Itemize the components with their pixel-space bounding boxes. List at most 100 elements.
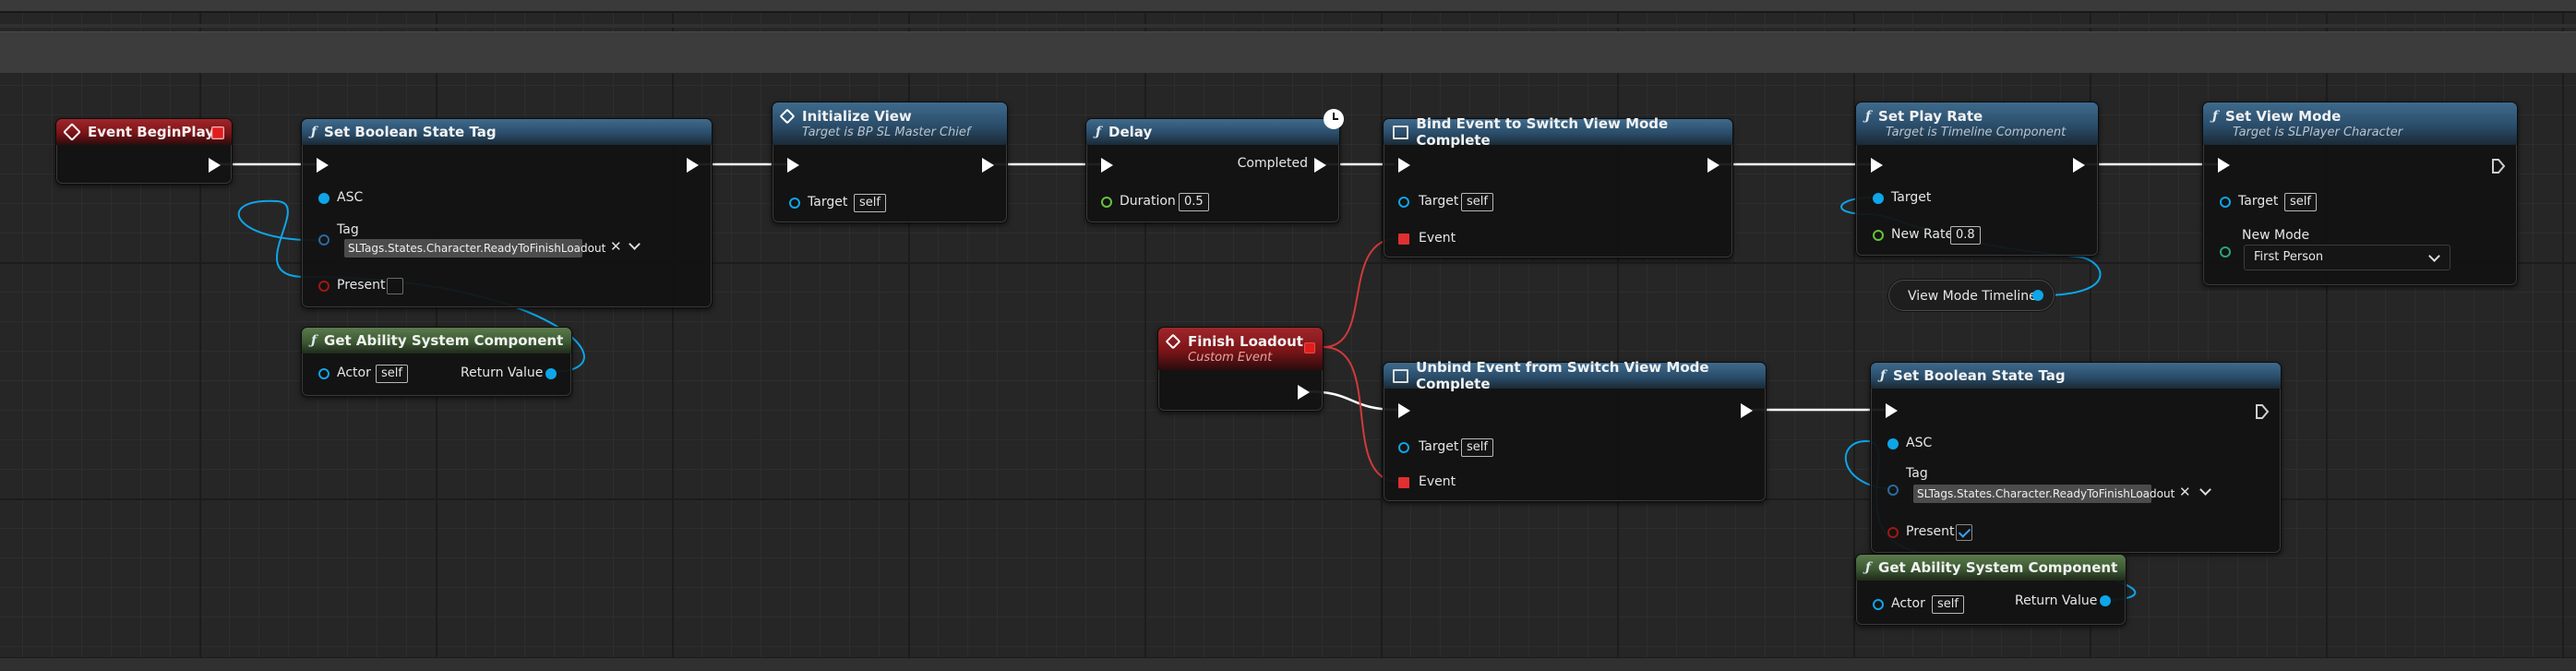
target-self-field[interactable]: self xyxy=(1461,193,1493,211)
pin-label: Target xyxy=(2238,194,2279,209)
unbind-event-node[interactable]: Unbind Event from Switch View Mode Compl… xyxy=(1383,359,1767,502)
finish-loadout-event-node[interactable]: Finish Loadout Custom Event xyxy=(1157,327,1324,412)
exec-output-pin[interactable] xyxy=(2073,158,2085,173)
actor-self-field[interactable]: self xyxy=(1932,595,1964,614)
actor-input-pin[interactable] xyxy=(318,368,329,379)
present-input-pin[interactable] xyxy=(318,281,329,292)
set-view-mode-node[interactable]: ƒ Set View Mode Target is SLPlayer Charac… xyxy=(2202,102,2518,286)
exec-output-pin[interactable] xyxy=(687,158,699,173)
node-subtitle: Target is Timeline Component xyxy=(1886,126,2067,139)
pin-label: Return Value xyxy=(2015,593,2098,608)
delay-node[interactable]: ƒ Delay Completed Duration 0.5 xyxy=(1085,118,1340,223)
node-title: Get Ability System Component xyxy=(1878,559,2118,576)
view-mode-timeline-variable[interactable]: View Mode Timeline xyxy=(1888,280,2055,311)
clear-tag-icon[interactable]: ✕ xyxy=(2179,484,2191,500)
target-input-pin[interactable] xyxy=(2220,197,2231,208)
node-header: Unbind Event from Switch View Mode Compl… xyxy=(1384,359,1766,392)
set-play-rate-node[interactable]: ƒ Set Play Rate Target is Timeline Compon… xyxy=(1855,102,2099,257)
set-boolean-state-tag-node[interactable]: ƒ Set Boolean State Tag ASC Tag SLTags.St… xyxy=(301,118,713,308)
pin-label: Return Value xyxy=(461,365,544,380)
pin-label: Target xyxy=(1419,194,1459,209)
pin-label: Duration xyxy=(1120,194,1176,209)
node-header: ƒ Set Boolean State Tag xyxy=(1871,363,2281,389)
event-input-pin[interactable] xyxy=(1398,234,1409,245)
node-header: Finish Loadout Custom Event xyxy=(1158,328,1323,370)
present-input-pin[interactable] xyxy=(1887,527,1899,538)
asc-input-pin[interactable] xyxy=(318,193,329,204)
exec-output-pin[interactable] xyxy=(1314,158,1326,173)
delegate-output-pin[interactable] xyxy=(211,126,224,139)
duration-input-pin[interactable] xyxy=(1101,197,1112,208)
set-boolean-state-tag-node[interactable]: ƒ Set Boolean State Tag ASC Tag SLTags.St… xyxy=(1870,362,2282,554)
duration-value-field[interactable]: 0.5 xyxy=(1179,193,1209,211)
exec-output-pin[interactable] xyxy=(1741,403,1753,418)
pin-label: Completed xyxy=(1237,156,1308,171)
new-rate-value-field[interactable]: 0.8 xyxy=(1950,226,1981,245)
exec-input-pin[interactable] xyxy=(1398,403,1410,418)
initialize-view-node[interactable]: Initialize View Target is BP SL Master C… xyxy=(772,102,1008,223)
target-self-field[interactable]: self xyxy=(2284,193,2317,211)
chevron-down-icon[interactable] xyxy=(2199,484,2211,496)
get-ability-system-component-node[interactable]: ƒ Get Ability System Component Actor self… xyxy=(301,327,572,397)
exec-output-hollow-icon xyxy=(2492,159,2506,174)
delegate-output-pin[interactable] xyxy=(1304,342,1315,353)
exec-input-pin[interactable] xyxy=(317,158,329,173)
target-input-pin[interactable] xyxy=(1873,193,1884,204)
pin-label: Target xyxy=(1419,439,1459,454)
node-title: Set View Mode xyxy=(2225,108,2342,125)
actor-input-pin[interactable] xyxy=(1873,599,1884,610)
variable-label: View Mode Timeline xyxy=(1908,289,2037,304)
node-title: Unbind Event from Switch View Mode Compl… xyxy=(1416,359,1709,392)
new-rate-input-pin[interactable] xyxy=(1873,230,1884,241)
event-input-pin[interactable] xyxy=(1398,477,1409,488)
tag-input-pin[interactable] xyxy=(318,234,329,246)
present-checkbox[interactable] xyxy=(1956,524,1972,541)
exec-input-pin[interactable] xyxy=(1886,403,1898,418)
pin-label: New Mode xyxy=(2242,228,2310,243)
exec-output-pin[interactable] xyxy=(982,158,994,173)
target-input-pin[interactable] xyxy=(1398,442,1409,453)
exec-input-pin[interactable] xyxy=(1871,158,1883,173)
target-self-field[interactable]: self xyxy=(1461,438,1493,457)
actor-self-field[interactable]: self xyxy=(376,365,408,383)
clear-tag-icon[interactable]: ✕ xyxy=(610,238,622,255)
function-icon: ƒ xyxy=(1096,125,1102,139)
exec-input-pin[interactable] xyxy=(1101,158,1113,173)
pin-label: Target xyxy=(808,195,848,210)
function-icon: ƒ xyxy=(311,333,318,348)
exec-input-pin[interactable] xyxy=(2218,158,2230,173)
exec-output-pin[interactable] xyxy=(209,158,221,173)
return-value-pin[interactable] xyxy=(2100,595,2111,606)
tag-input-pin[interactable] xyxy=(1887,485,1899,496)
exec-output-pin[interactable] xyxy=(1707,158,1719,173)
get-ability-system-component-node[interactable]: ƒ Get Ability System Component Actor self… xyxy=(1855,554,2127,626)
present-checkbox[interactable] xyxy=(387,278,403,294)
pin-label: Event xyxy=(1419,231,1456,246)
exec-output-hollow-icon[interactable] xyxy=(2255,403,2270,420)
pin-label: ASC xyxy=(337,190,364,205)
tag-value-field[interactable]: SLTags.States.Character.ReadyToFinishLoa… xyxy=(344,239,605,258)
tag-value-field[interactable]: SLTags.States.Character.ReadyToFinishLoa… xyxy=(1913,485,2175,503)
exec-input-pin[interactable] xyxy=(1398,158,1410,173)
node-header: Initialize View Target is BP SL Master C… xyxy=(773,102,1007,145)
new-mode-dropdown[interactable]: First Person xyxy=(2244,245,2450,270)
asc-input-pin[interactable] xyxy=(1887,438,1899,449)
chevron-down-icon[interactable] xyxy=(629,238,641,250)
function-icon: ƒ xyxy=(1880,368,1887,383)
node-header: ƒ Delay xyxy=(1086,119,1339,145)
event-diamond-icon xyxy=(1165,333,1181,350)
target-input-pin[interactable] xyxy=(1398,197,1409,208)
function-icon: ƒ xyxy=(1865,560,1872,575)
bind-event-node[interactable]: Bind Event to Switch View Mode Complete … xyxy=(1383,115,1733,258)
target-input-pin[interactable] xyxy=(789,198,800,209)
new-mode-input-pin[interactable] xyxy=(2220,246,2231,258)
target-self-field[interactable]: self xyxy=(854,194,886,212)
node-subtitle: Target is BP SL Master Chief xyxy=(802,126,971,139)
pin-label: Actor xyxy=(1891,596,1925,611)
return-value-pin[interactable] xyxy=(545,368,557,379)
exec-output-pin[interactable] xyxy=(1298,385,1310,400)
variable-output-pin[interactable] xyxy=(2032,290,2043,301)
exec-input-pin[interactable] xyxy=(787,158,799,173)
event-beginplay-node[interactable]: Event BeginPlay xyxy=(55,118,233,185)
pin-label: Present xyxy=(337,278,386,293)
